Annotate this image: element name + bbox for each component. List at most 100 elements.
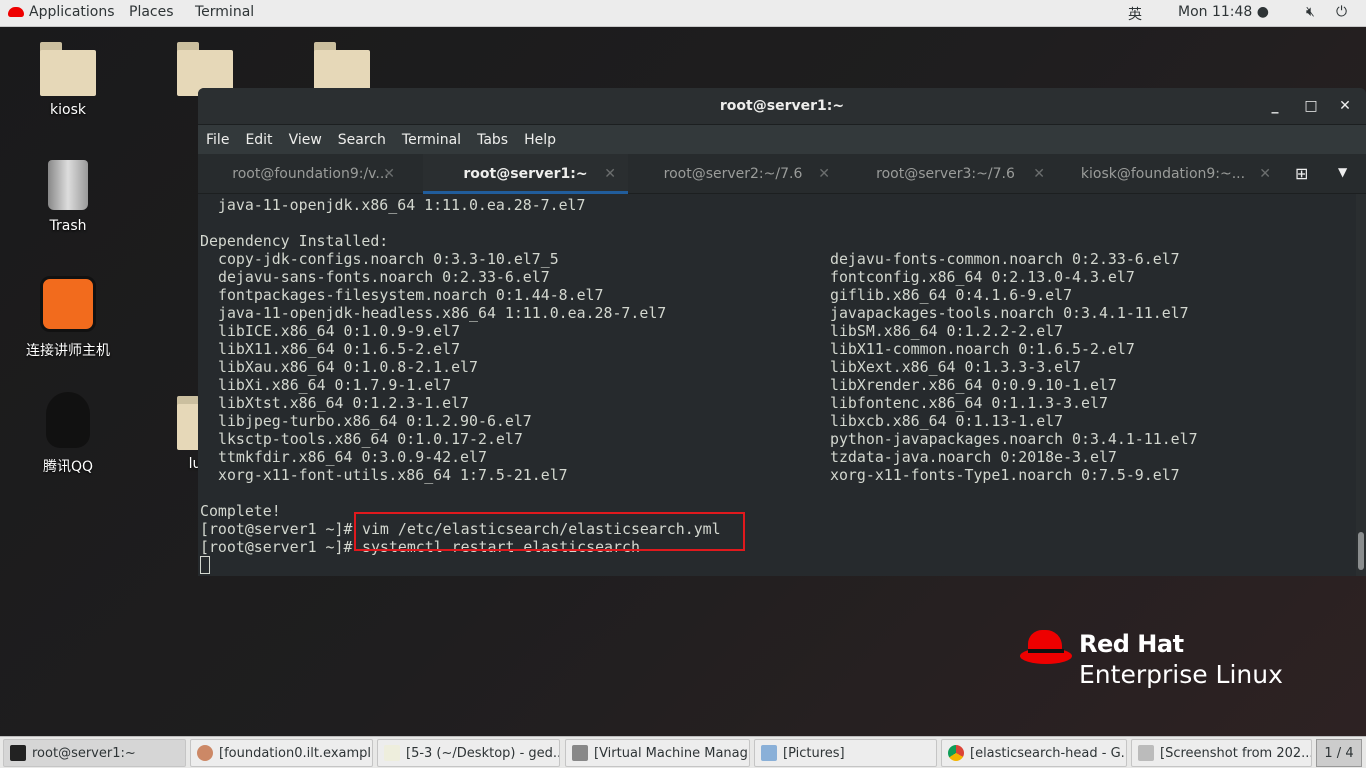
package-left: xorg-x11-font-utils.x86_64 1:7.5-21.el7 — [218, 466, 568, 484]
tab-label: root@server2:~/7.6 — [663, 166, 803, 182]
logo-line2: Enterprise Linux — [1079, 660, 1283, 689]
package-right: xorg-x11-fonts-Type1.noarch 0:7.5-9.el7 — [830, 466, 1180, 484]
desktop-icon-qq[interactable]: 腾讯QQ — [13, 392, 123, 476]
taskbar-label: [Screenshot from 202... — [1160, 746, 1312, 761]
redhat-icon — [8, 7, 24, 17]
package-left: fontpackages-filesystem.noarch 0:1.44-8.… — [218, 286, 604, 304]
taskbar-item[interactable]: root@server1:~ — [3, 739, 186, 767]
home-folder-icon — [40, 42, 96, 96]
package-right: giflib.x86_64 0:4.1.6-9.el7 — [830, 286, 1073, 304]
taskbar-label: root@server1:~ — [32, 746, 136, 761]
tab-label: root@server1:~ — [463, 166, 588, 182]
close-tab-icon[interactable]: ✕ — [1259, 154, 1271, 194]
maximize-button[interactable]: □ — [1296, 88, 1326, 125]
package-right: libSM.x86_64 0:1.2.2-2.el7 — [830, 322, 1064, 340]
desktop-icon-kiosk[interactable]: kiosk — [13, 42, 123, 118]
tab-server3[interactable]: root@server3:~/7.6 ✕ — [838, 154, 1053, 194]
menu-tabs[interactable]: Tabs — [477, 132, 508, 148]
close-button[interactable]: ✕ — [1330, 88, 1360, 125]
tab-server2[interactable]: root@server2:~/7.6 ✕ — [628, 154, 838, 194]
taskbar-label: [5-3 (~/Desktop) - ged... — [406, 746, 560, 761]
close-tab-icon[interactable]: ✕ — [383, 154, 395, 194]
terminal-output[interactable]: java-11-openjdk.x86_64 1:11.0.ea.28-7.el… — [198, 194, 1356, 576]
prompt: [root@server1 ~]# — [200, 520, 362, 538]
tab-dropdown-icon[interactable]: ▼ — [1338, 165, 1347, 179]
package-right: libX11-common.noarch 0:1.6.5-2.el7 — [830, 340, 1135, 358]
applications-label: Applications — [29, 4, 115, 20]
desktop-label: Trash — [49, 218, 87, 234]
terminal-line: Dependency Installed: — [200, 232, 389, 250]
package-left: libXi.x86_64 0:1.7.9-1.el7 — [218, 376, 452, 394]
package-left: ttmkfdir.x86_64 0:3.0.9-42.el7 — [218, 448, 487, 466]
terminal-line: Complete! — [200, 502, 281, 520]
minimize-button[interactable]: _ — [1260, 88, 1290, 125]
taskbar-item[interactable]: [foundation0.ilt.exampl... — [190, 739, 373, 767]
package-right: fontconfig.x86_64 0:2.13.0-4.3.el7 — [830, 268, 1135, 286]
tab-kiosk-foundation9[interactable]: kiosk@foundation9:~... ✕ — [1053, 154, 1273, 194]
taskbar-label: [elasticsearch-head - G... — [970, 746, 1127, 761]
menu-edit[interactable]: Edit — [245, 132, 272, 148]
taskbar-item[interactable]: [Pictures] — [754, 739, 937, 767]
terminal-line: java-11-openjdk.x86_64 1:11.0.ea.28-7.el… — [200, 196, 586, 214]
package-left: java-11-openjdk-headless.x86_64 1:11.0.e… — [218, 304, 667, 322]
tab-label: root@server3:~/7.6 — [876, 166, 1015, 182]
package-left: libXtst.x86_64 0:1.2.3-1.el7 — [218, 394, 470, 412]
close-tab-icon[interactable]: ✕ — [604, 154, 616, 194]
qq-penguin-icon — [46, 392, 90, 448]
package-left: libjpeg-turbo.x86_64 0:1.2.90-6.el7 — [218, 412, 532, 430]
desktop-label: kiosk — [50, 102, 86, 118]
clock[interactable]: Mon 11:48 ● — [1178, 4, 1269, 20]
package-right: libxcb.x86_64 0:1.13-1.el7 — [830, 412, 1064, 430]
package-right: javapackages-tools.noarch 0:3.4.1-11.el7 — [830, 304, 1189, 322]
package-left: dejavu-sans-fonts.noarch 0:2.33-6.el7 — [218, 268, 550, 286]
package-left: libX11.x86_64 0:1.6.5-2.el7 — [218, 340, 461, 358]
power-icon[interactable]: ⏻ — [1336, 4, 1347, 20]
remote-viewer-icon — [197, 745, 213, 761]
taskbar-item[interactable]: [Virtual Machine Manag... — [565, 739, 750, 767]
taskbar-item[interactable]: [Screenshot from 202... — [1131, 739, 1312, 767]
menu-file[interactable]: File — [206, 132, 229, 148]
chrome-icon — [948, 745, 964, 761]
taskbar-item[interactable]: [elasticsearch-head - G... — [941, 739, 1127, 767]
input-method-indicator[interactable]: 英 — [1128, 4, 1142, 24]
menu-view[interactable]: View — [289, 132, 322, 148]
volume-muted-icon[interactable]: 🔇︎ — [1306, 4, 1315, 20]
tab-label: kiosk@foundation9:~... — [1080, 166, 1246, 182]
package-right: python-javapackages.noarch 0:3.4.1-11.el… — [830, 430, 1198, 448]
tab-label: root@foundation9:/v... — [232, 166, 389, 182]
scrollbar-thumb[interactable] — [1358, 532, 1364, 570]
applications-menu[interactable]: Applications — [8, 4, 115, 20]
terminal-window: root@server1:~ _ □ ✕ File Edit View Sear… — [198, 88, 1366, 576]
terminal-menu[interactable]: Terminal — [195, 4, 254, 20]
terminal-icon — [10, 745, 26, 761]
taskbar-label: [foundation0.ilt.exampl... — [219, 746, 373, 761]
menu-search[interactable]: Search — [338, 132, 386, 148]
redhat-hat-icon — [1020, 630, 1072, 664]
scrollbar[interactable] — [1356, 194, 1366, 576]
window-title: root@server1:~ — [719, 98, 845, 114]
close-tab-icon[interactable]: ✕ — [1033, 154, 1045, 194]
package-right: tzdata-java.noarch 0:2018e-3.el7 — [830, 448, 1117, 466]
desktop-icon-connect-teacher[interactable]: 连接讲师主机 — [13, 276, 123, 360]
places-menu[interactable]: Places — [129, 4, 174, 20]
close-tab-icon[interactable]: ✕ — [818, 154, 830, 194]
tigervnc-icon — [40, 276, 96, 332]
taskbar-label: [Pictures] — [783, 746, 845, 761]
desktop-label: 腾讯QQ — [42, 459, 94, 475]
workspace-switcher[interactable]: 1 / 4 — [1316, 739, 1362, 767]
menu-help[interactable]: Help — [524, 132, 556, 148]
package-left: lksctp-tools.x86_64 0:1.0.17-2.el7 — [218, 430, 523, 448]
prompt: [root@server1 ~]# — [200, 538, 362, 556]
gedit-icon — [384, 745, 400, 761]
highlight-box — [354, 512, 745, 551]
package-left: libICE.x86_64 0:1.0.9-9.el7 — [218, 322, 461, 340]
tab-foundation9[interactable]: root@foundation9:/v... ✕ — [198, 154, 423, 194]
window-titlebar[interactable]: root@server1:~ _ □ ✕ — [198, 88, 1366, 125]
tab-bar: root@foundation9:/v... ✕ root@server1:~ ✕ … — [198, 154, 1366, 194]
desktop-label: 连接讲师主机 — [26, 343, 110, 359]
menu-terminal[interactable]: Terminal — [402, 132, 461, 148]
new-tab-icon[interactable]: ⊞ — [1295, 164, 1308, 183]
taskbar-item[interactable]: [5-3 (~/Desktop) - ged... — [377, 739, 560, 767]
tab-server1[interactable]: root@server1:~ ✕ — [423, 154, 628, 194]
desktop-icon-trash[interactable]: Trash — [13, 160, 123, 234]
